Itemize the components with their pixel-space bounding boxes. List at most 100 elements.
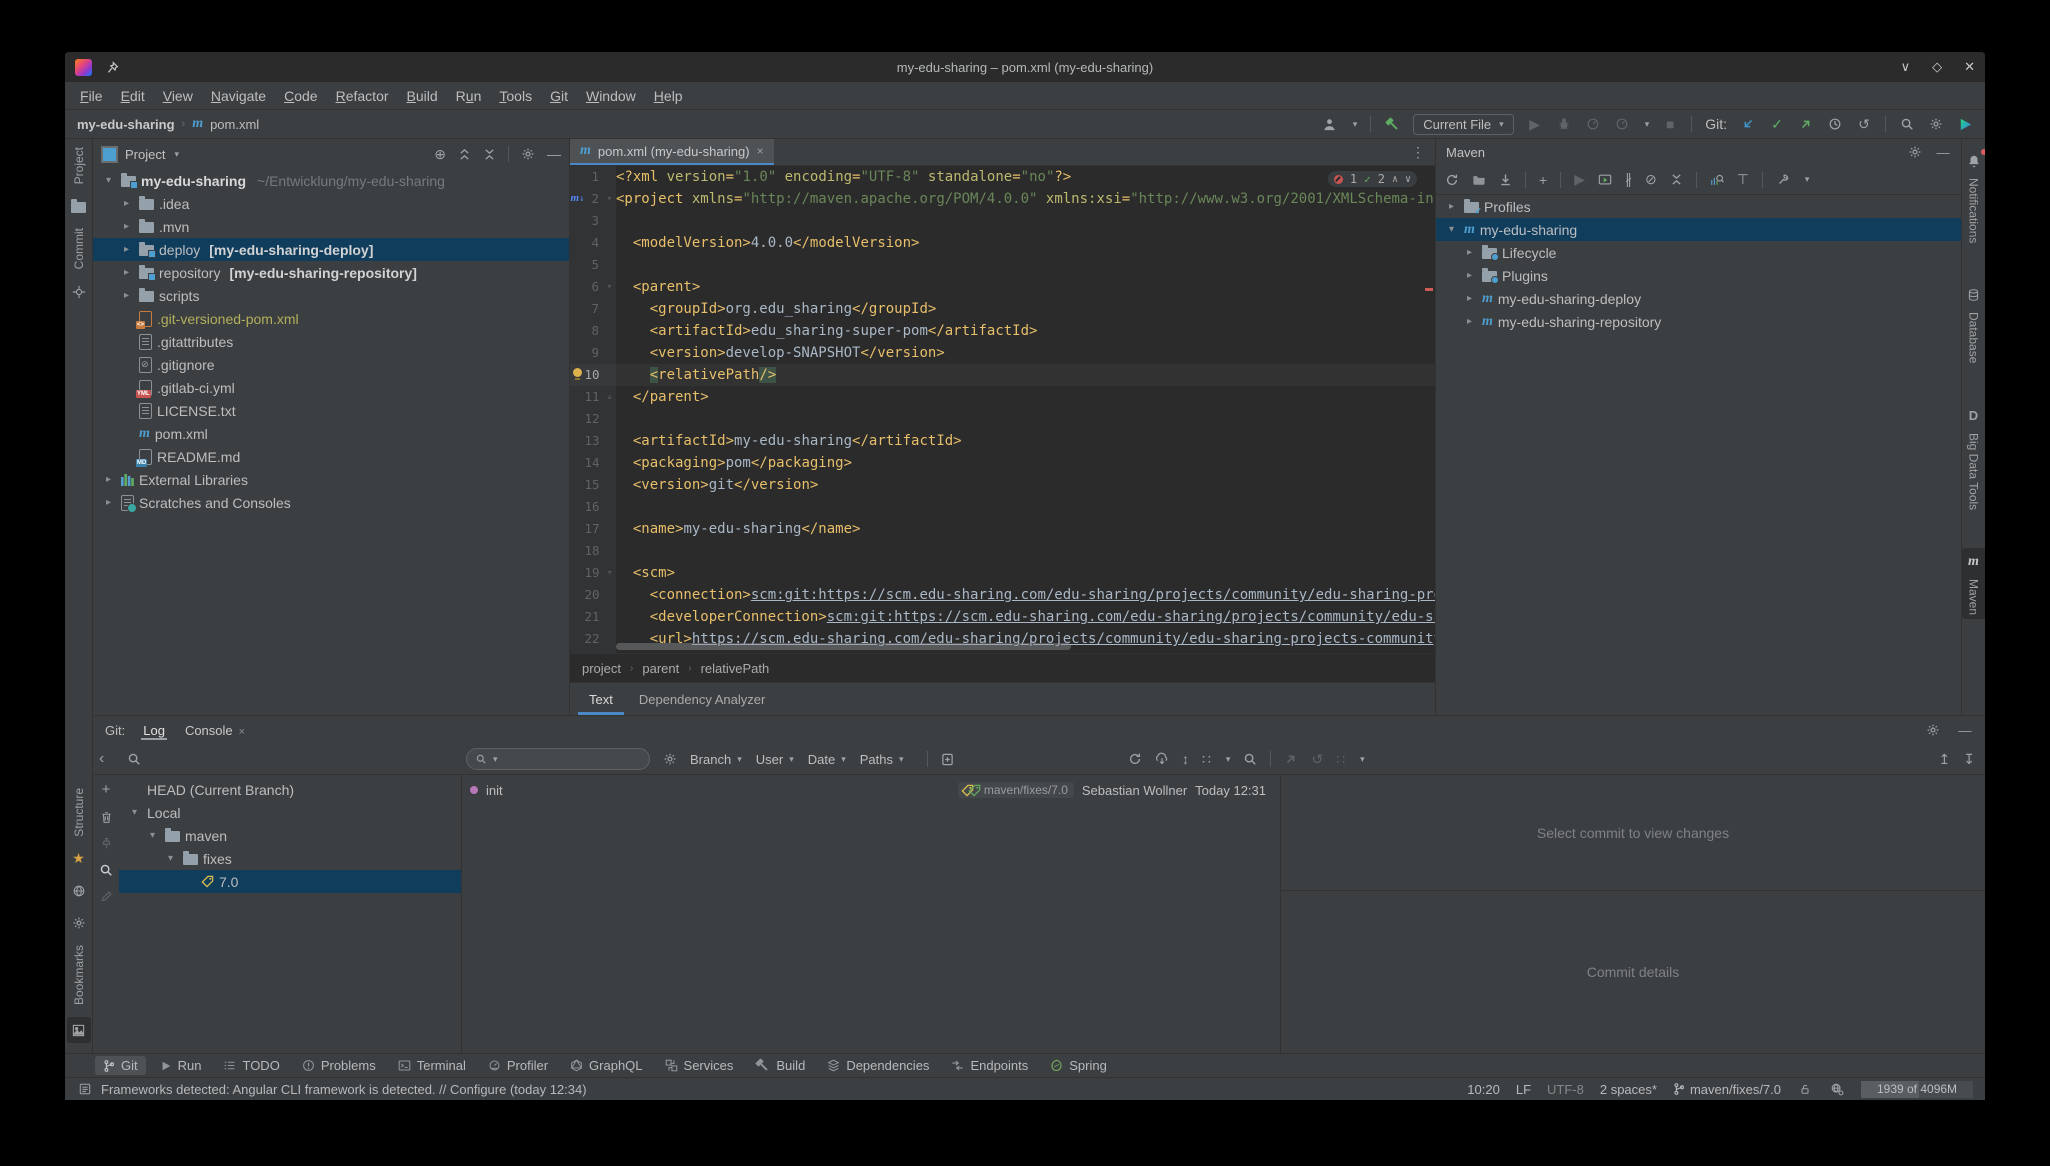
breadcrumb-relativepath-tag[interactable]: relativePath bbox=[701, 661, 770, 676]
tool-window-todo[interactable]: TODO bbox=[215, 1056, 287, 1075]
show-dependencies-icon[interactable]: ⊤ bbox=[1737, 171, 1749, 188]
sort-icon[interactable]: ↕ bbox=[1182, 751, 1189, 767]
indent-setting[interactable]: 2 spaces* bbox=[1600, 1082, 1657, 1097]
chevron-down-icon[interactable]: ▾ bbox=[101, 175, 116, 186]
project-tree-item-readme-md[interactable]: MDREADME.md bbox=[93, 445, 569, 468]
tool-window-build[interactable]: Build bbox=[747, 1056, 813, 1075]
code-line-4[interactable]: 4 <modelVersion>4.0.0</modelVersion> bbox=[570, 232, 1435, 254]
tool-window-graphql[interactable]: GraphQL bbox=[562, 1056, 650, 1075]
menu-edit[interactable]: Edit bbox=[112, 85, 154, 107]
branch-tree-item-head-current-branch[interactable]: HEAD (Current Branch) bbox=[119, 778, 461, 801]
code-line-19[interactable]: 19▿ <scm> bbox=[570, 562, 1435, 584]
menu-code[interactable]: Code bbox=[275, 85, 326, 107]
code-line-5[interactable]: 5 bbox=[570, 254, 1435, 276]
filter-paths[interactable]: Paths▾ bbox=[860, 752, 904, 767]
git-branch-widget[interactable]: maven/fixes/7.0 bbox=[1673, 1082, 1781, 1097]
tool-tab-notifications[interactable]: Notifications bbox=[1962, 147, 1986, 247]
code-line-18[interactable]: 18 bbox=[570, 540, 1435, 562]
build-project-icon[interactable] bbox=[1384, 114, 1400, 134]
project-tree-item-license-txt[interactable]: LICENSE.txt bbox=[93, 399, 569, 422]
chevron-down-icon[interactable]: ▾ bbox=[127, 807, 142, 818]
hide-panel-icon[interactable]: — bbox=[1957, 720, 1973, 740]
chevron-right-icon[interactable]: ▸ bbox=[1444, 201, 1459, 212]
close-window-icon[interactable]: ✕ bbox=[1964, 59, 1975, 75]
delete-branch-icon[interactable] bbox=[100, 811, 113, 824]
tool-tab-structure-label[interactable]: Structure bbox=[72, 788, 86, 837]
refresh-log-icon[interactable] bbox=[1128, 752, 1142, 766]
fold-marker-icon[interactable]: ▿ bbox=[604, 562, 617, 584]
tool-window-git[interactable]: Git bbox=[95, 1056, 146, 1075]
git-log-filter-field[interactable]: ▾ bbox=[466, 748, 650, 770]
menu-navigate[interactable]: Navigate bbox=[202, 85, 275, 107]
caret-position[interactable]: 10:20 bbox=[1467, 1082, 1500, 1097]
editor-tab[interactable]: m pom.xml (my-edu-sharing) × bbox=[570, 139, 774, 165]
chevron-down-icon[interactable]: ▾ bbox=[1444, 224, 1459, 235]
tool-window-services[interactable]: Services bbox=[657, 1056, 742, 1075]
code-line-7[interactable]: 7 <groupId>org.edu_sharing</groupId> bbox=[570, 298, 1435, 320]
coverage-icon[interactable] bbox=[1585, 114, 1601, 134]
error-stripe-mark[interactable] bbox=[1425, 288, 1433, 291]
tool-window-endpoints[interactable]: Endpoints bbox=[943, 1056, 1036, 1075]
project-tree-item-idea[interactable]: ▸.idea bbox=[93, 192, 569, 215]
chevron-right-icon[interactable]: ▸ bbox=[101, 497, 116, 508]
fold-marker-icon[interactable]: ▵ bbox=[604, 386, 617, 408]
horizontal-scrollbar[interactable] bbox=[616, 643, 1071, 650]
settings-icon[interactable] bbox=[1928, 114, 1944, 134]
maven-tree-item-plugins[interactable]: ▸Plugins bbox=[1436, 264, 1961, 287]
maven-tree-item-my-edu-sharing-repository[interactable]: ▸mmy-edu-sharing-repository bbox=[1436, 310, 1961, 333]
branch-tree-item-fixes[interactable]: ▾fixes bbox=[119, 847, 461, 870]
git-tab-console[interactable]: Console× bbox=[183, 721, 247, 740]
code-line-3[interactable]: 3 bbox=[570, 210, 1435, 232]
filter-branch[interactable]: Branch▾ bbox=[690, 752, 742, 767]
commit-row[interactable]: init maven/fixes/7.0 Sebastian Wollner T… bbox=[462, 778, 1280, 802]
filter-settings-icon[interactable] bbox=[663, 752, 677, 766]
minimize-window-icon[interactable]: ∨ bbox=[1901, 59, 1911, 75]
generate-sources-icon[interactable] bbox=[1472, 174, 1486, 186]
project-tree-item-gitignore[interactable]: .gitignore bbox=[93, 353, 569, 376]
code-line-9[interactable]: 9 <version>develop-SNAPSHOT</version> bbox=[570, 342, 1435, 364]
menu-file[interactable]: File bbox=[71, 85, 112, 107]
project-tool-icon[interactable] bbox=[68, 196, 90, 216]
chevron-right-icon[interactable]: ▸ bbox=[1462, 270, 1477, 281]
execute-maven-goal-icon[interactable] bbox=[1598, 173, 1612, 187]
favorites-star-icon[interactable]: ★ bbox=[68, 849, 90, 869]
menu-view[interactable]: View bbox=[154, 85, 202, 107]
menu-tools[interactable]: Tools bbox=[490, 85, 541, 107]
tool-tab-project-label[interactable]: Project bbox=[72, 147, 86, 184]
breadcrumb-parent-tag[interactable]: parent bbox=[642, 661, 679, 676]
memory-indicator[interactable]: 1939 of 4096M bbox=[1861, 1081, 1973, 1098]
scroll-to-bottom-icon[interactable]: ↧ bbox=[1963, 751, 1975, 768]
breadcrumb-project[interactable]: my-edu-sharing bbox=[77, 117, 175, 132]
breadcrumb-project-tag[interactable]: project bbox=[582, 661, 621, 676]
profiler-run-icon[interactable] bbox=[1614, 114, 1630, 134]
maven-tree-item-my-edu-sharing-deploy[interactable]: ▸mmy-edu-sharing-deploy bbox=[1436, 287, 1961, 310]
file-encoding[interactable]: UTF-8 bbox=[1547, 1082, 1584, 1097]
debug-icon[interactable] bbox=[1556, 114, 1572, 134]
web-icon[interactable] bbox=[68, 881, 90, 901]
prev-problem-icon[interactable]: ∧ bbox=[1392, 174, 1398, 185]
add-maven-project-icon[interactable]: + bbox=[1539, 172, 1547, 188]
git-update-icon[interactable] bbox=[1740, 114, 1756, 134]
commit-tool-icon[interactable] bbox=[68, 282, 90, 302]
tool-window-run[interactable]: Run bbox=[152, 1056, 210, 1075]
commit-refs-badge[interactable]: maven/fixes/7.0 bbox=[958, 782, 1074, 798]
tool-tab-commit-label[interactable]: Commit bbox=[72, 228, 86, 269]
chevron-right-icon[interactable]: ▸ bbox=[101, 474, 116, 485]
tool-tab-big-data-tools[interactable]: DBig Data Tools bbox=[1962, 402, 1986, 514]
code-line-15[interactable]: 15 <version>git</version> bbox=[570, 474, 1435, 496]
maven-tree-item-my-edu-sharing[interactable]: ▾mmy-edu-sharing bbox=[1436, 218, 1961, 241]
fold-marker-icon[interactable]: ▿ bbox=[603, 188, 616, 210]
collapse-all-icon[interactable] bbox=[483, 148, 496, 161]
reload-maven-projects-icon[interactable] bbox=[1445, 173, 1459, 187]
tool-window-dependencies[interactable]: Dependencies bbox=[819, 1056, 937, 1075]
code-line-17[interactable]: 17 <name>my-edu-sharing</name> bbox=[570, 518, 1435, 540]
write-access-icon[interactable] bbox=[1797, 1079, 1813, 1099]
chevron-right-icon[interactable]: ▸ bbox=[119, 267, 134, 278]
code-line-11[interactable]: 11▵ </parent> bbox=[570, 386, 1435, 408]
tool-window-problems[interactable]: Problems bbox=[294, 1056, 384, 1075]
branch-search-icon[interactable] bbox=[127, 752, 141, 766]
dependency-analyzer-icon[interactable] bbox=[1710, 173, 1724, 187]
menu-help[interactable]: Help bbox=[645, 85, 692, 107]
find-branch-icon[interactable] bbox=[99, 863, 113, 877]
project-tree-item-repository[interactable]: ▸repository[my-edu-sharing-repository] bbox=[93, 261, 569, 284]
